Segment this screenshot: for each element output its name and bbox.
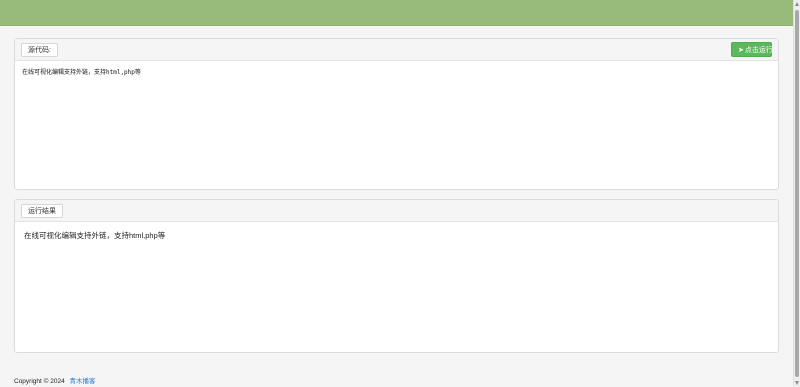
editor-panel-header: 源代码: ➤点击运行 [15,39,778,61]
footer-link[interactable]: 青木播客 [70,378,96,385]
run-button-label: 点击运行 [744,47,773,54]
copyright-text: Copyright © 2024 [14,378,65,385]
scroll-up-icon[interactable] [795,2,799,6]
footer: Copyright © 2024 青木播客 [14,377,96,387]
run-result-output: 在线可视化编辑支持外链，支持html,php等 [24,231,166,240]
run-result-label: 运行结果 [21,204,63,218]
scroll-down-icon[interactable] [795,381,799,385]
result-panel: 运行结果 在线可视化编辑支持外链，支持html,php等 [14,199,779,353]
editor-panel: 源代码: ➤点击运行 在线可视化编辑支持外链，支持html,php等 [14,38,779,190]
source-code-label: 源代码: [21,43,58,57]
code-editor[interactable]: 在线可视化编辑支持外链，支持html,php等 [22,68,770,178]
send-icon: ➤ [738,47,744,54]
vertical-scrollbar[interactable] [793,0,800,387]
run-button[interactable]: ➤点击运行 [731,42,773,57]
scrollbar-thumb[interactable] [795,10,799,377]
header-bar [0,0,793,26]
result-panel-header: 运行结果 [15,200,778,222]
